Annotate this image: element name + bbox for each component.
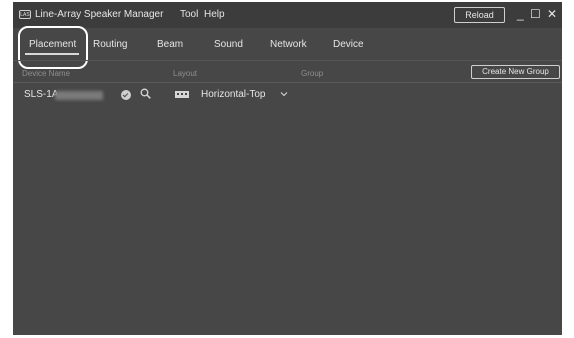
column-header-device-name: Device Name [22,69,71,78]
tabs-divider [13,60,562,61]
tab-placement[interactable]: Placement [29,39,76,50]
tab-device[interactable]: Device [333,39,364,50]
check-circle-icon[interactable] [121,90,131,100]
create-new-group-button[interactable]: Create New Group [471,65,560,79]
maximize-button[interactable]: ☐ [530,6,541,22]
menu-help[interactable]: Help [204,9,225,20]
tab-routing[interactable]: Routing [93,39,127,50]
reload-button[interactable]: Reload [454,7,505,23]
title-bar: LAS Line-Array Speaker Manager Tool Help… [13,2,562,28]
tab-network[interactable]: Network [270,39,307,50]
minimize-button[interactable]: _ [517,6,524,22]
menu-tool[interactable]: Tool [180,9,198,20]
chevron-down-icon[interactable] [279,90,289,98]
search-icon[interactable] [140,88,151,99]
column-header-layout: Layout [173,69,198,78]
layout-select-value[interactable]: Horizontal-Top [201,89,265,100]
tab-sound[interactable]: Sound [214,39,243,50]
close-button[interactable]: ✕ [547,6,557,22]
column-header-group: Group [301,69,324,78]
redacted-serial [55,91,103,100]
app-window: LAS Line-Array Speaker Manager Tool Help… [13,2,562,335]
app-icon: LAS [19,10,31,19]
app-title: Line-Array Speaker Manager [35,9,164,20]
speaker-array-icon [175,91,189,98]
tab-beam[interactable]: Beam [157,39,183,50]
header-divider [13,82,562,83]
active-tab-underline [25,53,79,55]
